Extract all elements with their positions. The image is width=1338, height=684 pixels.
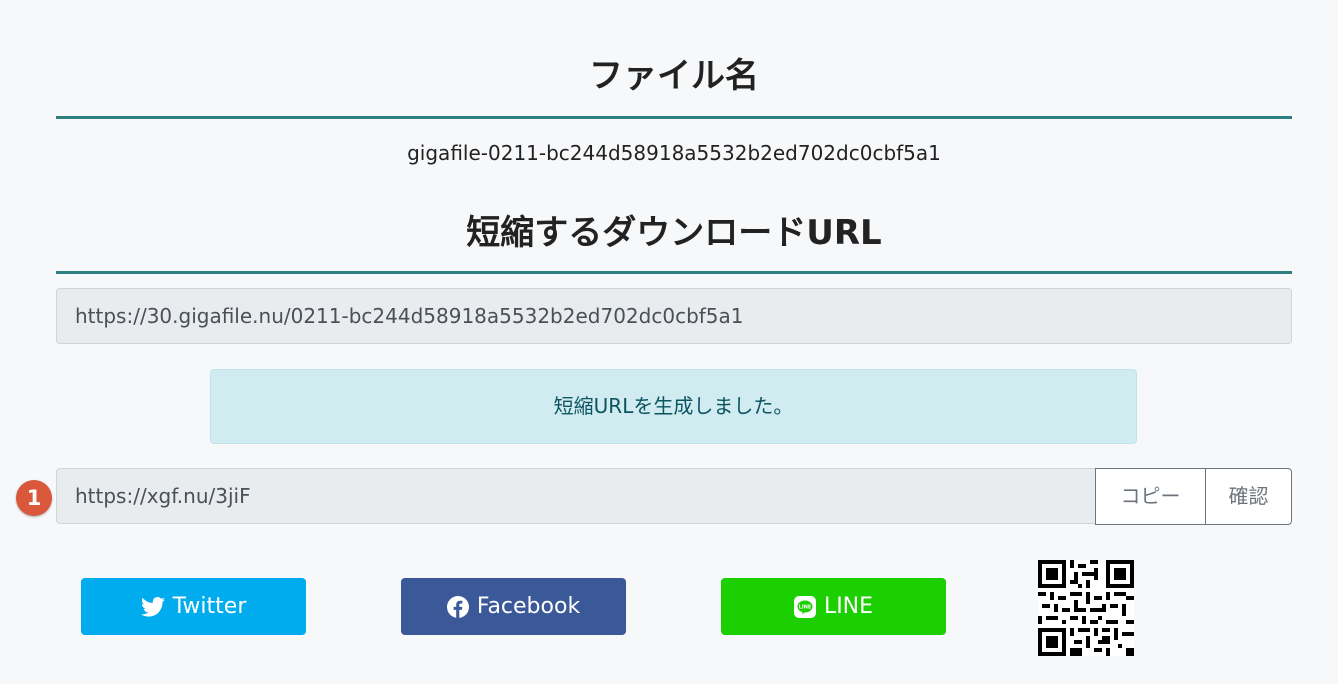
twitter-label: Twitter (172, 594, 247, 619)
file-name-heading: ファイル名 (589, 56, 759, 96)
facebook-share-button[interactable]: Facebook (401, 578, 626, 635)
download-url-heading: 短縮するダウンロードURL (466, 213, 882, 253)
long-url-field[interactable]: https://30.gigafile.nu/0211-bc244d58918a… (56, 288, 1292, 344)
short-url-field[interactable]: https://xgf.nu/3jiF (56, 468, 1101, 524)
line-label: LINE (823, 594, 874, 619)
facebook-icon (446, 595, 469, 618)
qr-code-icon (1038, 560, 1134, 656)
file-name-value: gigafile-0211-bc244d58918a5532b2ed702dc0… (407, 141, 941, 165)
svg-text:LINE: LINE (799, 604, 812, 610)
twitter-share-button[interactable]: Twitter (81, 578, 306, 635)
step-badge: 1 (16, 480, 52, 516)
copy-button[interactable]: コピー (1095, 468, 1206, 525)
line-share-button[interactable]: LINE LINE (721, 578, 946, 635)
twitter-icon (140, 596, 165, 617)
success-alert: 短縮URLを生成しました。 (210, 369, 1137, 444)
file-name-rule (56, 116, 1292, 119)
facebook-label: Facebook (476, 594, 581, 619)
confirm-button[interactable]: 確認 (1205, 468, 1292, 525)
download-url-rule (56, 271, 1292, 274)
line-icon: LINE (793, 595, 816, 618)
